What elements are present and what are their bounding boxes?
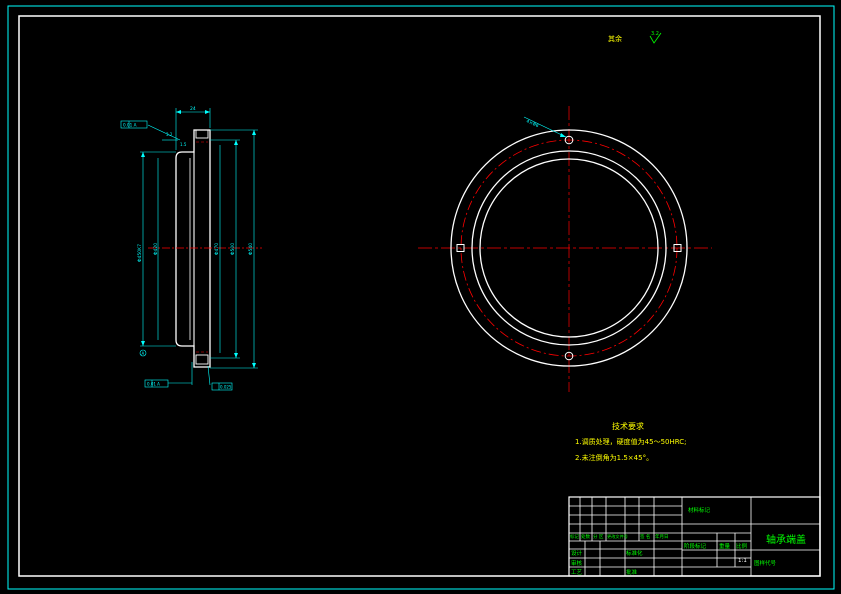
tech-heading: 技术要求: [612, 421, 644, 431]
dim-dia-left: Φ450K7: [137, 244, 143, 262]
surface-note-value: 3.2: [651, 31, 659, 37]
weight-label: 重量: [719, 542, 731, 550]
inner-border: [18, 15, 821, 577]
tech-requirements: 技术要求 1.调质处理，硬度值为45～50HRC; 2.未注倒角为1.5×45°…: [575, 421, 687, 462]
dim-dia-mid: Φ470: [214, 243, 220, 255]
datum-symbol-icon: A: [139, 349, 147, 357]
drawing-title: 轴承端盖: [766, 533, 806, 546]
ra-left-text: 3.2: [166, 132, 173, 137]
tolerance-frame-bottom-left: 0.01 A: [144, 379, 169, 388]
tolerance-frame-top: 0.01 A: [120, 120, 148, 129]
ref-box-text: 0.01 A: [123, 123, 137, 128]
roughness-symbol-icon: 3.2: [649, 31, 662, 44]
scale-value: 1:1: [738, 558, 747, 564]
section-outline: [175, 129, 211, 368]
surface-note-label: 其余: [608, 34, 622, 43]
cad-drawing-sheet: 其余 3.2 24 0.01 A 3.2 1.5 Φ450K7 Φ420 Φ47…: [7, 5, 835, 590]
tech-item-2: 2.未注倒角为1.5×45°。: [575, 453, 653, 462]
dim-dia-inner: Φ420: [153, 243, 159, 255]
rev-label-4: 签 名: [640, 533, 650, 540]
dim-dia-r1: Φ500: [230, 243, 236, 255]
dim-width-top: 24: [190, 106, 196, 112]
tech-item-1: 1.调质处理，硬度值为45～50HRC;: [575, 437, 687, 446]
hole-note-text: 4×Φ6: [525, 118, 539, 129]
material-label: 材料标记: [688, 506, 711, 514]
rev-label-0: 标记: [570, 533, 579, 540]
drawing-code-label: 图样代号: [754, 559, 777, 567]
chamfer-text: 1.5: [180, 142, 187, 147]
tol-bottom-left-text: 0.01 A: [147, 382, 160, 387]
rev-label-1: 处数: [581, 533, 590, 540]
rev-label-5: 年月日: [655, 533, 669, 540]
datum-text: A: [142, 351, 145, 356]
standard-label: 标准化: [626, 549, 643, 557]
front-view: 4×Φ6: [418, 106, 712, 392]
approve-label: 批准: [626, 568, 638, 576]
tol-bottom-right-text: 0.025: [220, 385, 232, 390]
rev-label-3: 更改文件号: [607, 533, 628, 540]
review-label: 审核: [571, 559, 583, 567]
rev-label-2: 分 区: [593, 533, 604, 540]
design-label: 设计: [571, 549, 583, 557]
process-label: 工艺: [571, 569, 583, 576]
section-view: 24 0.01 A 3.2 1.5 Φ450K7 Φ420 Φ470 Φ500 …: [120, 106, 262, 391]
outer-border: [7, 5, 835, 590]
stage-label: 阶段标记: [684, 542, 707, 550]
scale-label: 比例: [736, 542, 748, 550]
dim-dia-r2: Φ540: [248, 243, 254, 255]
tolerance-frame-bottom-right: 0.025: [211, 382, 233, 391]
